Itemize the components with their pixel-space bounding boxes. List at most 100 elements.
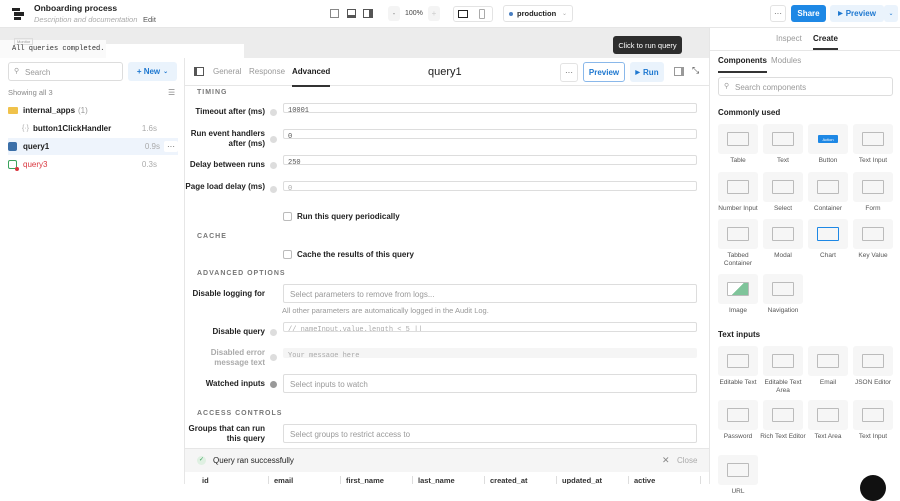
page-load-input[interactable]: 0 [283, 181, 697, 191]
desktop-icon[interactable] [458, 10, 468, 18]
component-tile[interactable] [853, 172, 893, 202]
environment-dot-icon [509, 11, 513, 16]
run-handlers-input[interactable]: 0 [283, 129, 697, 139]
timeout-input[interactable]: 10001 [283, 103, 697, 113]
collapse-icon[interactable]: ⤡ [692, 65, 699, 76]
component-tile[interactable] [853, 400, 893, 430]
delay-input[interactable]: 250 [283, 155, 697, 165]
tab-response[interactable]: Response [249, 67, 285, 76]
zoom-in-button[interactable]: + [428, 6, 440, 21]
component-tile[interactable] [718, 346, 758, 376]
postgres-icon [8, 142, 17, 151]
showing-count: Showing all 3 [8, 88, 53, 97]
app-description[interactable]: Description and documentation [34, 15, 137, 24]
column-header[interactable]: updated_at [557, 476, 629, 484]
component-tile[interactable] [808, 172, 848, 202]
search-components-input[interactable]: ⚲ Search components [718, 77, 893, 96]
close-icon[interactable]: ✕ [662, 455, 670, 466]
watched-inputs-select[interactable]: Select inputs to watch [283, 374, 697, 393]
retool-logo-icon[interactable] [12, 8, 24, 20]
component-tile[interactable] [718, 124, 758, 154]
column-header[interactable]: last_name [413, 476, 485, 484]
component-tile[interactable] [808, 219, 848, 249]
component-tile[interactable] [763, 219, 803, 249]
right-panel-toggle-icon[interactable] [363, 9, 373, 18]
error-text-input[interactable]: Your message here [283, 348, 697, 358]
tab-create[interactable]: Create [813, 34, 838, 50]
component-tile[interactable] [718, 400, 758, 430]
help-icon[interactable] [270, 136, 277, 143]
disable-logging-select[interactable]: Select parameters to remove from logs... [283, 284, 697, 303]
disable-logging-label: Disable logging for [192, 289, 265, 298]
folder-internal-apps[interactable]: internal_apps (1) [8, 102, 178, 119]
app-preview-button[interactable]: ▶ Preview [830, 5, 884, 22]
component-tile[interactable] [718, 172, 758, 202]
component-tile[interactable] [763, 172, 803, 202]
column-header[interactable]: email [269, 476, 341, 484]
query-title[interactable]: query1 [428, 66, 462, 78]
component-tile[interactable] [853, 124, 893, 154]
query-more-button[interactable]: ··· [560, 63, 578, 82]
component-tile[interactable]: Action [808, 124, 848, 154]
tab-components[interactable]: Components [718, 56, 767, 73]
help-icon[interactable] [270, 162, 277, 169]
split-view-icon[interactable] [674, 67, 684, 76]
component-tile[interactable] [718, 455, 758, 485]
edit-link[interactable]: Edit [143, 15, 156, 24]
help-icon[interactable] [270, 381, 277, 388]
editor-header: General Response Advanced query1 ··· Pre… [185, 58, 709, 87]
editable-text-icon [727, 354, 749, 368]
component-label: Navigation [767, 307, 799, 314]
component-tile[interactable] [808, 400, 848, 430]
column-header[interactable]: id [197, 476, 269, 484]
preview-button[interactable]: Preview [583, 62, 625, 82]
sidebar-toggle-icon[interactable] [194, 67, 204, 76]
tab-inspect[interactable]: Inspect [776, 34, 802, 43]
component-tile[interactable] [763, 346, 803, 376]
filter-icon[interactable]: ☰ [168, 88, 175, 97]
groups-select[interactable]: Select groups to restrict access to [283, 424, 697, 443]
cache-checkbox[interactable] [283, 250, 292, 259]
tab-general[interactable]: General [213, 67, 241, 76]
share-button[interactable]: Share [791, 5, 826, 22]
mobile-icon[interactable] [479, 9, 485, 19]
tab-advanced[interactable]: Advanced [292, 67, 331, 87]
component-tile[interactable] [853, 346, 893, 376]
number-input-icon [727, 180, 749, 194]
component-tile[interactable] [763, 400, 803, 430]
list-item-query1[interactable]: query1 0.9s ··· [8, 138, 178, 155]
component-tile[interactable] [763, 124, 803, 154]
help-icon[interactable] [270, 329, 277, 336]
column-header[interactable]: first_name [341, 476, 413, 484]
left-panel-toggle-icon[interactable] [330, 9, 339, 18]
help-icon[interactable] [270, 354, 277, 361]
play-icon: ▶ [838, 11, 843, 17]
search-input[interactable]: ⚲ Search [8, 62, 123, 81]
disable-query-input[interactable]: // nameInput.value.length < 5 || [283, 322, 697, 332]
list-item-query3[interactable]: query3 0.3s [8, 156, 178, 173]
zoom-out-button[interactable]: - [388, 6, 400, 21]
environment-select[interactable]: production ⌄ [503, 5, 573, 22]
component-tile[interactable] [808, 346, 848, 376]
chevron-down-icon: ⌄ [561, 11, 567, 17]
help-chat-button[interactable] [860, 475, 886, 501]
app-title[interactable]: Onboarding process [34, 3, 117, 13]
component-tile[interactable] [853, 219, 893, 249]
new-query-button[interactable]: + New ⌄ [128, 62, 177, 81]
run-button[interactable]: ▶ Run [630, 62, 664, 82]
more-menu-button[interactable]: ··· [770, 5, 786, 22]
tab-modules[interactable]: Modules [771, 56, 801, 65]
column-header[interactable]: active [629, 476, 701, 484]
help-icon[interactable] [270, 109, 277, 116]
button-icon: Action [818, 135, 838, 143]
component-tile[interactable] [718, 219, 758, 249]
bottom-panel-toggle-icon[interactable] [347, 9, 356, 18]
column-header[interactable]: created_at [485, 476, 557, 484]
component-tile[interactable] [763, 274, 803, 304]
preview-dropdown-icon[interactable]: ⌄ [884, 5, 898, 22]
help-icon[interactable] [270, 186, 277, 193]
list-item-button1clickhandler[interactable]: {·} button1ClickHandler 1.6s [8, 120, 178, 137]
component-tile[interactable] [718, 274, 758, 304]
periodic-checkbox[interactable] [283, 212, 292, 221]
close-button[interactable]: Close [677, 456, 697, 465]
